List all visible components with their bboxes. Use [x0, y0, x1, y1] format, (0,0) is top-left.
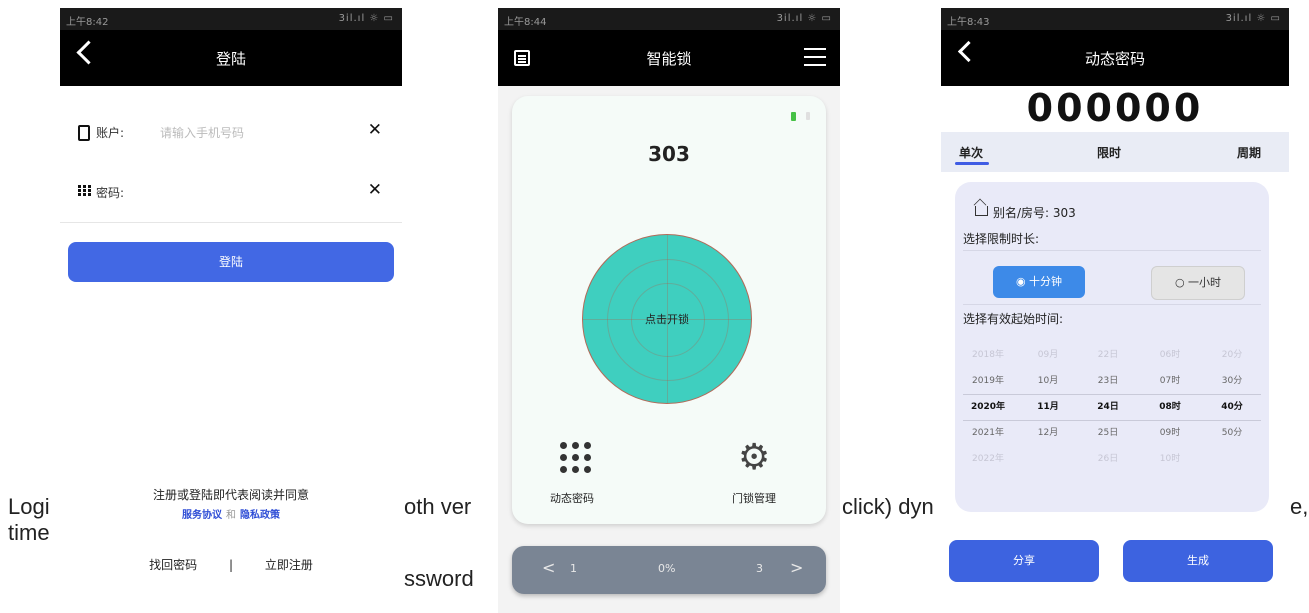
divider [963, 250, 1261, 251]
app-bar: 动态密码 [941, 30, 1289, 86]
next-arrow[interactable]: > [790, 558, 803, 577]
tab-single[interactable]: 单次 [959, 144, 983, 161]
status-time: 上午8:43 [947, 17, 990, 28]
caption-fragment: Logi [8, 494, 50, 519]
status-icons: 3il.ıl ☼ ▭ [338, 13, 394, 24]
year-picker[interactable]: 2018年 2019年 2020年 2021年 2022年 [965, 342, 1011, 472]
battery-icon [791, 112, 796, 121]
caption-fragment: ssword [404, 566, 474, 591]
clear-password-icon[interactable]: ✕ [368, 180, 382, 200]
lock-card: 303 点击开锁 ⚙ 动态密码 门锁管理 [512, 96, 826, 524]
unlock-label: 点击开锁 [645, 313, 689, 326]
caption-fragment: oth ver [404, 494, 472, 519]
password-code: 000000 [1026, 86, 1204, 130]
minute-picker[interactable]: 20分 30分 40分 50分 [1209, 342, 1255, 472]
one-hour-option[interactable]: ○ 一小时 [1151, 266, 1245, 300]
status-time: 上午8:44 [504, 17, 547, 28]
pager-bar: < 1 0% 3 > [512, 546, 826, 594]
app-bar: 登陆 [60, 30, 402, 86]
separator: | [228, 558, 234, 572]
pager-right-value: 3 [756, 562, 763, 575]
month-picker[interactable]: 09月 10月 11月 12月 [1025, 342, 1071, 472]
home-icon [975, 206, 988, 216]
status-icons: 3il.ıl ☼ ▭ [776, 13, 832, 24]
pager-left-value: 1 [570, 562, 577, 575]
page-title: 动态密码 [1084, 50, 1145, 68]
mode-tabs: 单次 限时 周期 [941, 132, 1289, 172]
room-number: 303 [648, 142, 690, 166]
settings-panel: 别名/房号: 303 选择限制时长: ◉ 十分钟 ○ 一小时 选择有效起始时间:… [955, 182, 1269, 512]
status-bar: 上午8:42 3il.ıl ☼ ▭ [60, 8, 402, 30]
active-tab-indicator [955, 162, 989, 165]
dynamic-password-label[interactable]: 动态密码 [550, 490, 594, 506]
share-button[interactable]: 分享 [949, 540, 1099, 582]
caption-fragment: e, [1290, 494, 1309, 519]
bottom-links: 找回密码 | 立即注册 [60, 556, 402, 573]
tab-timed[interactable]: 限时 [1097, 144, 1121, 161]
alias-room-label: 别名/房号: 303 [993, 206, 1076, 220]
prev-arrow[interactable]: < [542, 558, 555, 577]
signal-icon [806, 112, 810, 120]
ten-minutes-option[interactable]: ◉ 十分钟 [993, 266, 1085, 298]
password-label: 密码: [96, 186, 125, 200]
register-link[interactable]: 立即注册 [265, 558, 313, 572]
day-picker[interactable]: 22日 23日 24日 25日 26日 [1085, 342, 1131, 472]
service-agreement-link[interactable]: 服务协议 [182, 510, 222, 521]
limit-duration-label: 选择限制时长: [963, 232, 1040, 246]
forgot-password-link[interactable]: 找回密码 [149, 558, 197, 572]
phone-icon [78, 125, 90, 141]
login-button[interactable]: 登陆 [68, 242, 394, 282]
tab-periodic[interactable]: 周期 [1237, 144, 1261, 161]
app-bar: 智能锁 [498, 30, 840, 86]
divider [963, 304, 1261, 305]
pager-progress: 0% [658, 562, 676, 575]
page-title: 登陆 [215, 50, 246, 68]
password-field[interactable]: 密码: ✕ [60, 162, 402, 223]
door-management-label[interactable]: 门锁管理 [732, 490, 776, 506]
lock-screen: 上午8:44 3il.ıl ☼ ▭ 智能锁 303 点击开锁 ⚙ 动态密码 门锁… [498, 8, 840, 613]
account-label: 账户: [96, 126, 125, 140]
status-bar: 上午8:43 3il.ıl ☼ ▭ [941, 8, 1289, 30]
menu-icon[interactable] [804, 48, 826, 66]
keypad-icon [78, 185, 92, 197]
account-input[interactable]: 请输入手机号码 [160, 124, 244, 141]
status-time: 上午8:42 [66, 17, 109, 28]
policy-links: 服务协议和隐私政策 [60, 506, 402, 521]
and-text: 和 [226, 510, 236, 521]
hour-picker[interactable]: 06时 07时 08时 09时 10时 [1147, 342, 1193, 472]
login-screen: 上午8:42 3il.ıl ☼ ▭ 登陆 账户: 请输入手机号码 ✕ 密码: ✕… [60, 8, 402, 613]
clear-account-icon[interactable]: ✕ [368, 120, 382, 140]
status-bar: 上午8:44 3il.ıl ☼ ▭ [498, 8, 840, 30]
gear-icon[interactable]: ⚙ [738, 440, 774, 476]
privacy-policy-link[interactable]: 隐私政策 [240, 510, 280, 521]
dynamic-password-screen: 上午8:43 3il.ıl ☼ ▭ 动态密码 000000 单次 限时 周期 别… [941, 8, 1289, 613]
page-title: 智能锁 [646, 50, 692, 68]
start-time-label: 选择有效起始时间: [963, 312, 1064, 326]
generate-button[interactable]: 生成 [1123, 540, 1273, 582]
status-icons: 3il.ıl ☼ ▭ [1225, 13, 1281, 24]
unlock-button[interactable]: 点击开锁 [582, 234, 752, 404]
agreement-text: 注册或登陆即代表阅读并同意 [152, 488, 309, 502]
keypad-icon[interactable] [560, 442, 592, 474]
caption-fragment: click) dyn [842, 494, 934, 519]
caption-fragment: time [8, 520, 50, 545]
account-field[interactable]: 账户: 请输入手机号码 ✕ [60, 102, 402, 163]
